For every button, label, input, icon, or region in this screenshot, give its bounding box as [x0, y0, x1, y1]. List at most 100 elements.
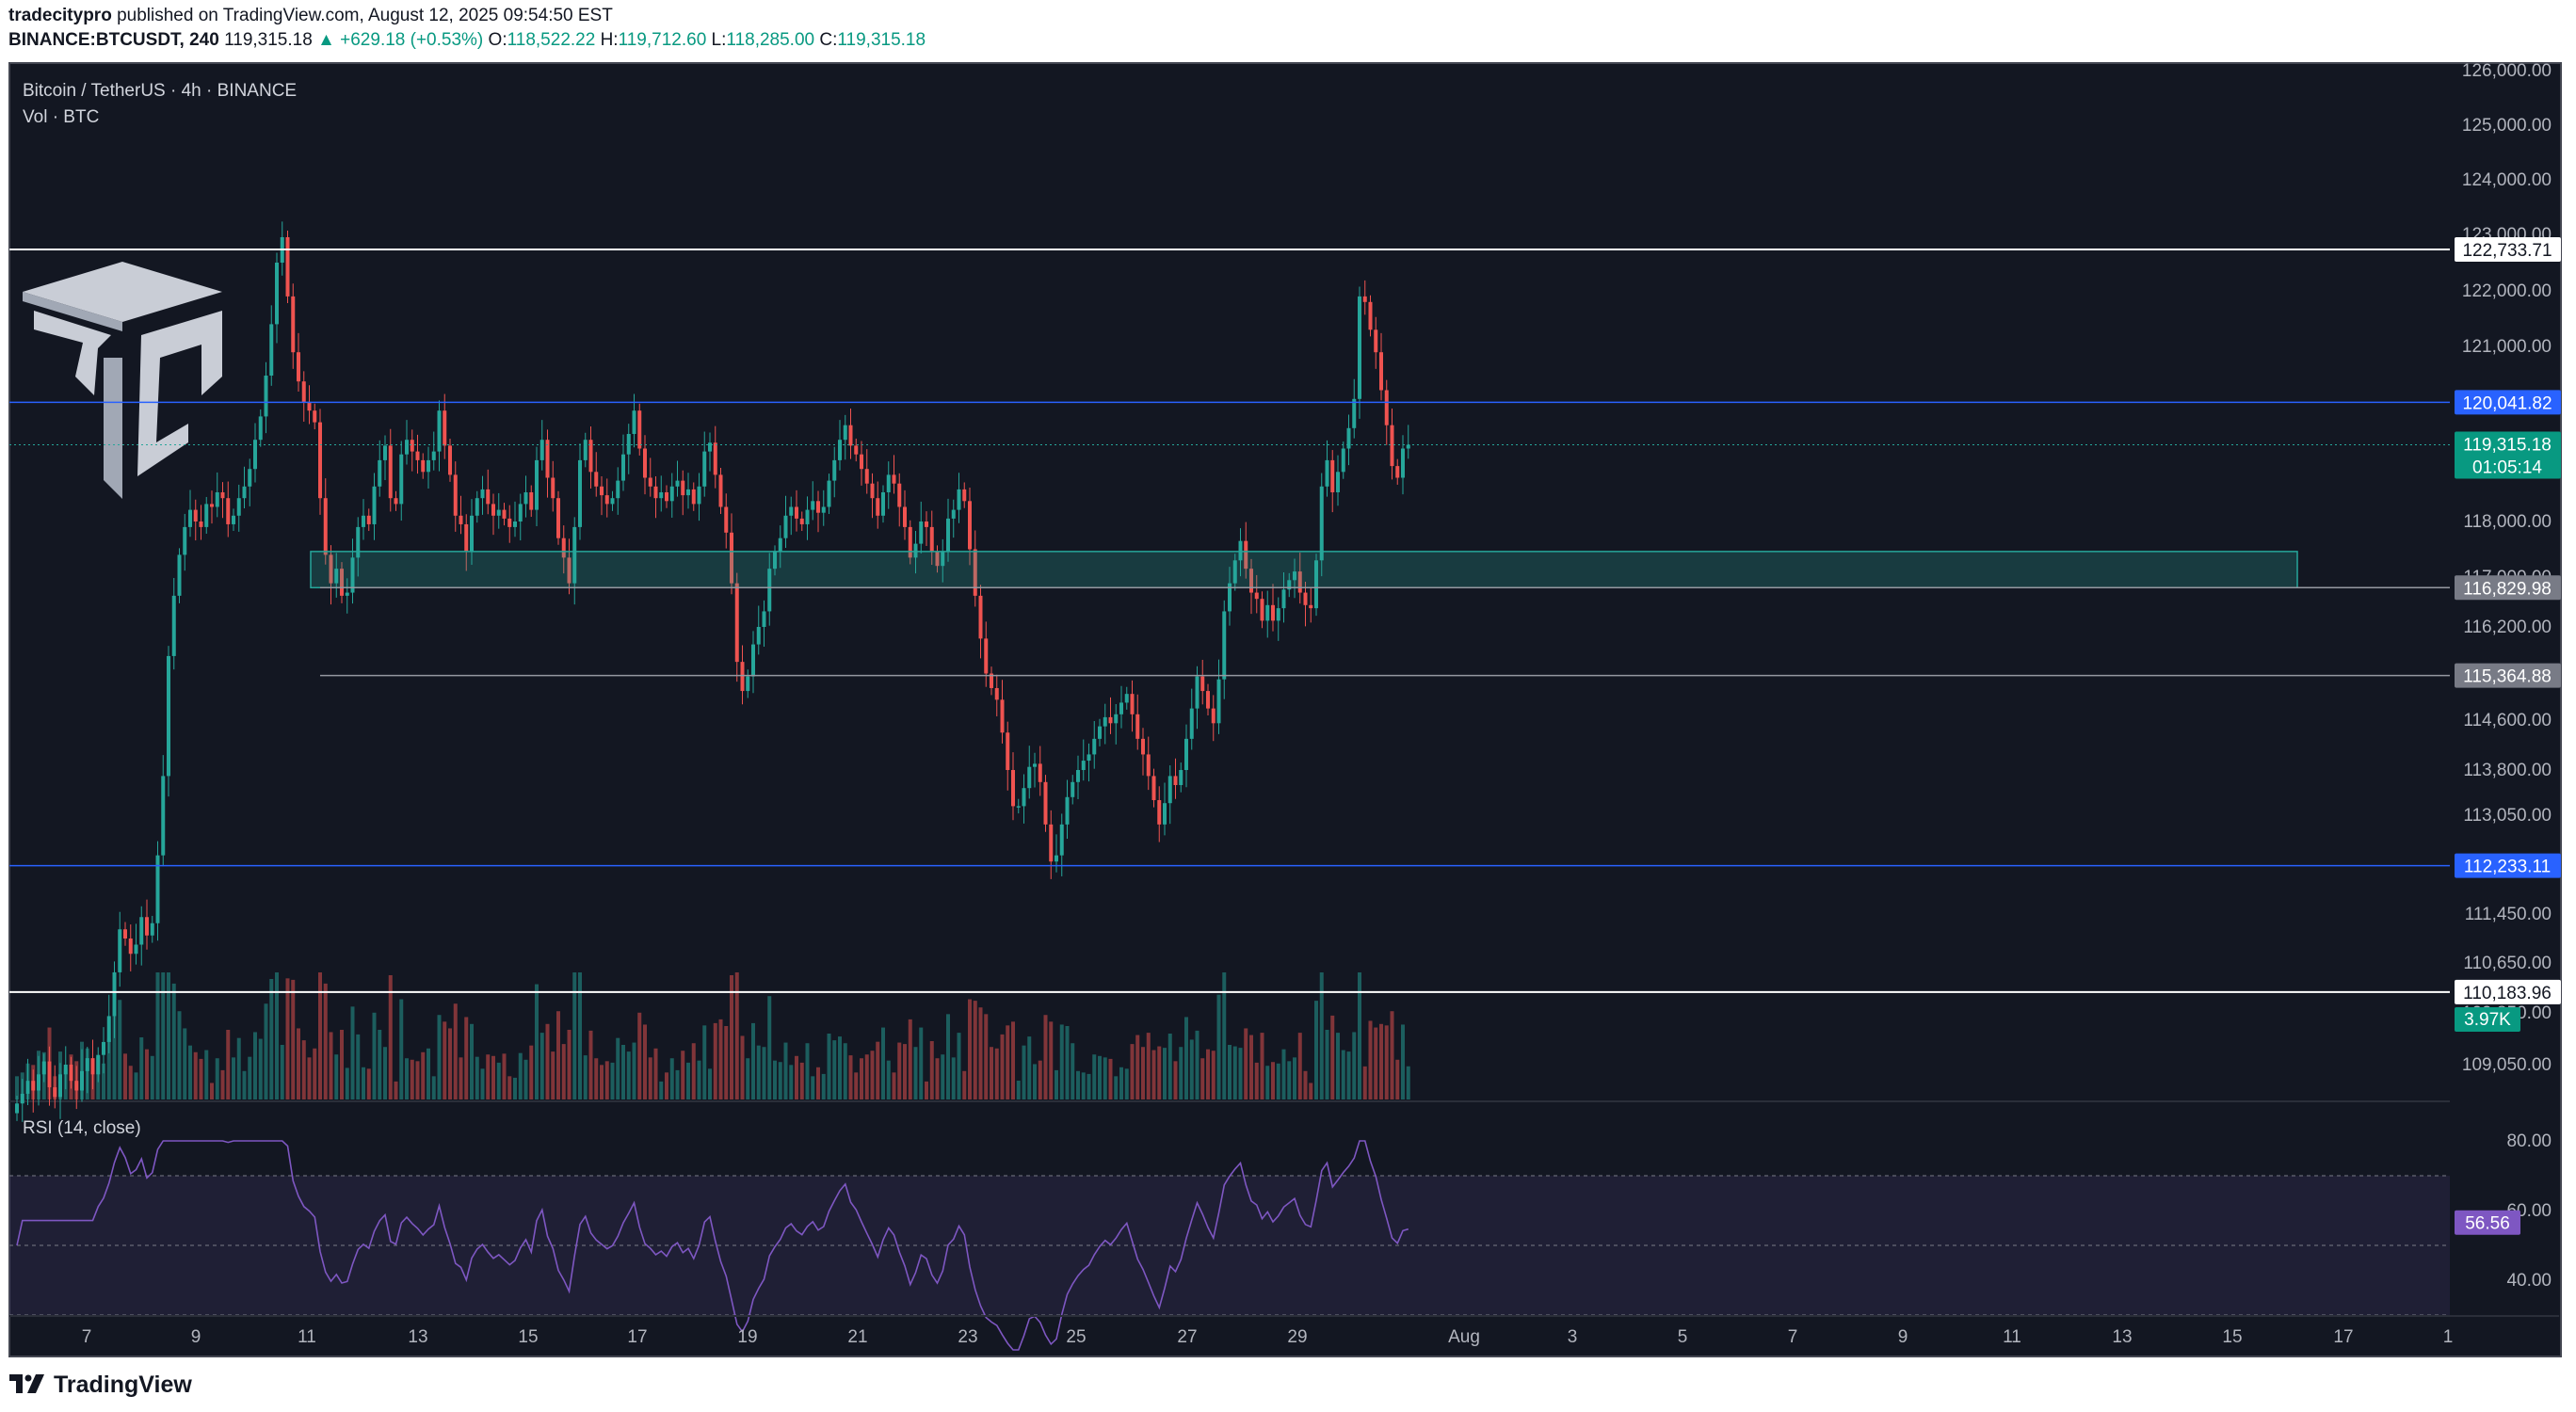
candle-body	[816, 501, 820, 513]
candle-body	[1098, 726, 1102, 739]
volume-bar	[1341, 1050, 1345, 1099]
volume-bar	[177, 1011, 182, 1099]
candle-body	[285, 237, 290, 297]
candle-body	[199, 521, 203, 527]
volume-bar	[285, 978, 290, 1099]
volume-bar	[1135, 1035, 1140, 1099]
volume-bar	[123, 1053, 127, 1099]
volume-bar	[978, 1007, 983, 1099]
price-level-label: 116,829.98	[2463, 579, 2552, 599]
volume-bar	[480, 1068, 485, 1099]
candle-body	[236, 498, 241, 516]
candle-body	[864, 469, 869, 484]
volume-bar	[1065, 1026, 1070, 1099]
candle-body	[437, 410, 442, 452]
candle-body	[610, 498, 615, 505]
time-tick-label: 11	[2003, 1327, 2021, 1347]
volume-bar	[881, 1027, 885, 1099]
volume-bar	[789, 1065, 794, 1099]
volume-bar	[491, 1055, 495, 1099]
volume-bar	[1011, 1021, 1015, 1099]
candle-body	[708, 442, 712, 452]
volume-bar	[1098, 1055, 1102, 1099]
volume-bar	[199, 1058, 203, 1099]
time-tick-label: 7	[82, 1327, 92, 1347]
candle-body	[648, 477, 652, 487]
time-tick-label: 21	[847, 1327, 867, 1347]
volume-bar	[1195, 1030, 1199, 1099]
volume-bar	[551, 1051, 555, 1099]
tradingview-footer[interactable]: TradingView	[8, 1371, 192, 1399]
volume-bar	[1211, 1051, 1216, 1099]
candle-body	[128, 939, 133, 955]
candle-body	[63, 1065, 68, 1075]
candle-body	[37, 1074, 40, 1091]
volume-bar	[724, 1026, 729, 1099]
volume-bar	[264, 1003, 268, 1099]
volume-bar	[691, 1043, 696, 1099]
chart-canvas[interactable]: Bitcoin / TetherUS · 4h · BINANCE Vol · …	[0, 0, 2576, 1412]
volume-bar	[843, 1043, 847, 1099]
volume-bar	[329, 1032, 333, 1099]
volume-bar	[453, 1003, 458, 1099]
candle-body	[69, 1065, 73, 1082]
candle-body	[383, 445, 387, 460]
price-tick-label: 113,050.00	[2463, 806, 2552, 826]
volume-bar	[1059, 1024, 1064, 1099]
volume-bar	[1049, 1021, 1054, 1099]
time-tick-label: 5	[1678, 1327, 1688, 1347]
candle-body	[1341, 448, 1345, 473]
candle-body	[253, 440, 257, 470]
candle-body	[96, 1054, 101, 1075]
candle-body	[1141, 738, 1145, 755]
volume-bar	[827, 1034, 831, 1099]
candle-body	[681, 480, 685, 496]
candle-body	[388, 445, 393, 499]
volume-bar	[756, 1045, 761, 1099]
tradingview-brand: TradingView	[54, 1371, 192, 1398]
candle-body	[204, 504, 209, 527]
candle-body	[1206, 691, 1210, 709]
volume-bar	[513, 1077, 517, 1099]
candle-body	[1281, 589, 1286, 609]
candle-body	[1146, 754, 1151, 777]
volume-bar	[269, 979, 274, 1099]
candle-body	[1271, 604, 1275, 621]
rsi-tick-label: 40.00	[2506, 1271, 2552, 1291]
volume-bar	[751, 1022, 755, 1099]
volume-bar	[762, 1047, 766, 1099]
demand-zone-box	[310, 551, 2298, 589]
volume-bar	[242, 1070, 247, 1099]
price-tick-label: 116,200.00	[2463, 618, 2552, 637]
candle-body	[25, 1081, 30, 1094]
time-tick-label: 9	[1898, 1327, 1908, 1347]
volume-bar	[507, 1076, 512, 1099]
candle-body	[415, 451, 420, 460]
candle-body	[756, 627, 761, 645]
volume-bar	[957, 1033, 961, 1099]
time-tick-label: 1	[2443, 1327, 2454, 1347]
volume-bar	[821, 1073, 826, 1099]
volume-bar	[686, 1062, 690, 1099]
time-tick-label: 15	[2222, 1327, 2242, 1347]
volume-bar	[1281, 1049, 1286, 1099]
volume-bar	[232, 1057, 235, 1099]
time-tick-label: 17	[2333, 1327, 2353, 1347]
volume-bar	[919, 1027, 924, 1099]
volume-bar	[795, 1055, 798, 1099]
candle-body	[1401, 448, 1405, 478]
volume-bar	[1141, 1047, 1145, 1099]
candle-body	[188, 509, 192, 527]
volume-bar	[399, 999, 404, 1099]
volume-bar	[431, 1076, 436, 1099]
candle-body	[1163, 803, 1167, 825]
volume-bar	[567, 1030, 572, 1099]
volume-bar	[783, 1042, 788, 1099]
candle-body	[669, 486, 674, 502]
volume-bar	[718, 1019, 723, 1099]
candle-body	[556, 498, 560, 538]
volume-bar	[372, 1012, 377, 1099]
price-tick-label: 126,000.00	[2462, 61, 2552, 81]
volume-bar	[1254, 1062, 1259, 1099]
volume-bar	[1000, 1034, 1005, 1099]
